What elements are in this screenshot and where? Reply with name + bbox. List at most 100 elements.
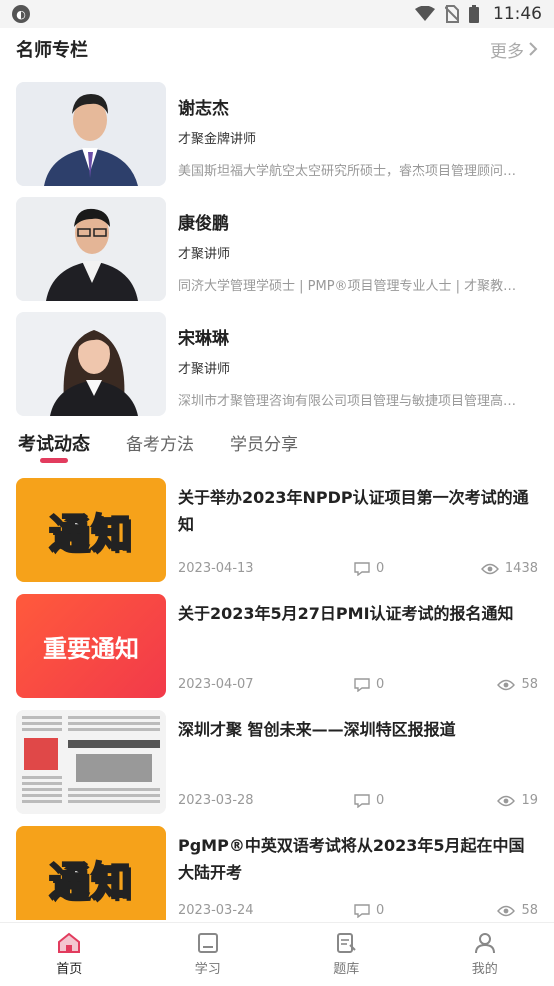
news-item[interactable]: 通知 PgMP®中英双语考试将从2023年5月起在中国大陆开考 2023-03-…: [16, 826, 538, 920]
chevron-right-icon: [529, 42, 538, 56]
news-title: 关于举办2023年NPDP认证项目第一次考试的通知: [178, 488, 529, 534]
teacher-desc: 深圳市才聚管理咨询有限公司项目管理与敏捷项目管理高…: [178, 394, 517, 409]
view-count: 58: [497, 677, 538, 692]
teacher-name: 康俊鹏: [178, 214, 229, 234]
tab-study-methods[interactable]: 备考方法: [126, 430, 194, 466]
news-body: 深圳才聚 智创未来——深圳特区报报道 2023-03-28 0 19: [178, 710, 538, 814]
eye-icon: [497, 905, 516, 916]
thumbnail-text: 通知: [48, 510, 133, 558]
teacher-card[interactable]: 宋琳琳 才聚讲师 深圳市才聚管理咨询有限公司项目管理与敏捷项目管理高…: [16, 312, 538, 416]
news-item[interactable]: 通知 关于举办2023年NPDP认证项目第一次考试的通知 2023-04-13 …: [16, 478, 538, 582]
status-icons: 11:46: [415, 4, 542, 24]
teacher-name: 谢志杰: [178, 99, 229, 119]
nav-label: 学习: [194, 962, 221, 977]
news-body: 关于举办2023年NPDP认证项目第一次考试的通知 2023-04-13 0 1…: [178, 478, 538, 582]
news-thumbnail: 通知: [16, 826, 166, 920]
teacher-info: 宋琳琳 才聚讲师 深圳市才聚管理咨询有限公司项目管理与敏捷项目管理高…: [178, 312, 538, 416]
view-count: 19: [497, 793, 538, 808]
comment-icon: [354, 677, 370, 692]
teacher-photo: [16, 82, 166, 186]
app-notification-icon: ◐: [12, 5, 30, 23]
nav-study[interactable]: 学习: [139, 923, 278, 986]
comment-count: 0: [354, 903, 384, 918]
famous-teachers-header: 名师专栏 更多: [16, 36, 538, 62]
view-value: 19: [521, 793, 538, 808]
comment-icon: [354, 561, 370, 576]
nav-label: 我的: [471, 962, 498, 977]
battery-icon: [469, 5, 479, 23]
view-count: 1438: [480, 561, 538, 576]
more-link[interactable]: 更多: [490, 37, 538, 62]
news-title: PgMP®中英双语考试将从2023年5月起在中国大陆开考: [178, 836, 525, 882]
status-time: 11:46: [493, 4, 542, 24]
news-date: 2023-04-13: [178, 561, 254, 576]
news-thumbnail: 通知: [16, 478, 166, 582]
question-bank-icon: [337, 933, 356, 953]
nav-profile[interactable]: 我的: [416, 923, 554, 986]
teacher-desc: 同济大学管理学硕士 | PMP®项目管理专业人士 | 才聚教…: [178, 279, 517, 294]
newspaper-clipping-image: [16, 710, 166, 814]
news-item[interactable]: 重要通知 关于2023年5月27日PMI认证考试的报名通知 2023-04-07…: [16, 594, 538, 698]
section-title: 名师专栏: [16, 40, 88, 61]
tab-label: 学员分享: [230, 435, 298, 455]
comment-value: 0: [376, 561, 385, 576]
nav-label: 题库: [333, 962, 360, 977]
news-item[interactable]: 深圳才聚 智创未来——深圳特区报报道 2023-03-28 0 19: [16, 710, 538, 814]
teacher-name: 宋琳琳: [178, 329, 229, 349]
comment-value: 0: [376, 793, 385, 808]
news-title: 关于2023年5月27日PMI认证考试的报名通知: [178, 604, 514, 623]
comment-icon: [354, 793, 370, 808]
news-tabs: 考试动态 备考方法 学员分享: [18, 430, 298, 466]
view-value: 58: [521, 677, 538, 692]
news-date: 2023-03-28: [178, 793, 254, 808]
thumbnail-text: 重要通知: [43, 634, 139, 663]
tab-label: 备考方法: [126, 435, 194, 455]
active-tab-indicator: [40, 458, 68, 463]
eye-icon: [497, 679, 516, 690]
teacher-info: 谢志杰 才聚金牌讲师 美国斯坦福大学航空太空研究所硕士，睿杰项目管理顾问…: [178, 82, 538, 186]
teacher-title: 才聚金牌讲师: [178, 132, 257, 147]
news-title: 深圳才聚 智创未来——深圳特区报报道: [178, 720, 456, 739]
comment-icon: [354, 903, 370, 918]
news-meta: 2023-03-24 0 58: [178, 903, 538, 918]
teacher-photo: [16, 312, 166, 416]
no-sim-icon: [445, 5, 459, 23]
tab-student-share[interactable]: 学员分享: [230, 430, 298, 466]
teacher-card[interactable]: 谢志杰 才聚金牌讲师 美国斯坦福大学航空太空研究所硕士，睿杰项目管理顾问…: [16, 82, 538, 186]
teacher-title: 才聚讲师: [178, 362, 231, 377]
thumbnail-text: 通知: [48, 858, 133, 906]
tab-label: 考试动态: [18, 434, 90, 455]
comment-count: 0: [354, 561, 384, 576]
teacher-title: 才聚讲师: [178, 247, 231, 262]
wifi-icon: [415, 6, 435, 21]
eye-icon: [480, 563, 499, 574]
news-meta: 2023-04-07 0 58: [178, 677, 538, 692]
news-body: PgMP®中英双语考试将从2023年5月起在中国大陆开考 2023-03-24 …: [178, 826, 538, 920]
news-meta: 2023-03-28 0 19: [178, 793, 538, 808]
nav-home[interactable]: 首页: [0, 923, 139, 986]
comment-value: 0: [376, 677, 385, 692]
comment-count: 0: [354, 677, 384, 692]
more-label: 更多: [490, 41, 524, 62]
comment-count: 0: [354, 793, 384, 808]
news-thumbnail: [16, 710, 166, 814]
comment-value: 0: [376, 903, 385, 918]
news-meta: 2023-04-13 0 1438: [178, 561, 538, 576]
tab-exam-news[interactable]: 考试动态: [18, 430, 90, 466]
view-value: 1438: [504, 561, 538, 576]
status-bar: ◐ 11:46: [0, 0, 554, 28]
news-body: 关于2023年5月27日PMI认证考试的报名通知 2023-04-07 0 58: [178, 594, 538, 698]
book-icon: [197, 933, 218, 953]
news-thumbnail: 重要通知: [16, 594, 166, 698]
nav-question-bank[interactable]: 题库: [277, 923, 416, 986]
home-icon: [58, 932, 81, 953]
user-icon: [474, 933, 495, 954]
teacher-photo: [16, 197, 166, 301]
view-count: 58: [497, 903, 538, 918]
teacher-info: 康俊鹏 才聚讲师 同济大学管理学硕士 | PMP®项目管理专业人士 | 才聚教…: [178, 197, 538, 301]
teacher-card[interactable]: 康俊鹏 才聚讲师 同济大学管理学硕士 | PMP®项目管理专业人士 | 才聚教…: [16, 197, 538, 301]
teacher-desc: 美国斯坦福大学航空太空研究所硕士，睿杰项目管理顾问…: [178, 164, 517, 179]
news-date: 2023-03-24: [178, 903, 254, 918]
eye-icon: [497, 795, 516, 806]
bottom-nav: 首页 学习 题库 我的: [0, 922, 554, 986]
